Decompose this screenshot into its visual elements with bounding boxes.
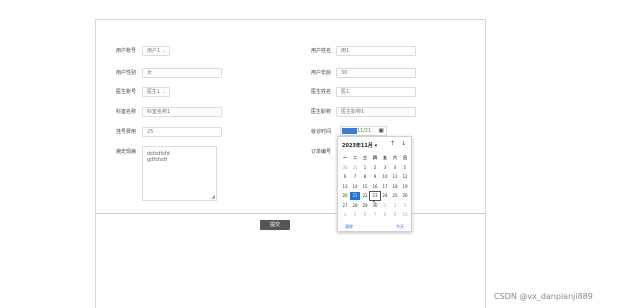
- calendar-day[interactable]: 26: [400, 192, 410, 200]
- calendar-day[interactable]: 7: [370, 211, 380, 219]
- calendar-day[interactable]: 5: [400, 164, 410, 172]
- calendar-day[interactable]: 11: [390, 173, 400, 181]
- user-name-input[interactable]: 用1: [336, 46, 416, 56]
- calendar-day[interactable]: 25: [390, 192, 400, 200]
- calendar-day[interactable]: 3: [380, 164, 390, 172]
- doctor-account-select[interactable]: 医生1 ⌄: [142, 87, 170, 97]
- weekday-header: 三: [363, 155, 367, 160]
- weekday-header: 六: [393, 155, 397, 160]
- visit-time-value: 11/21: [356, 128, 372, 134]
- calendar-day[interactable]: 12: [400, 173, 410, 181]
- user-gender-input[interactable]: 女: [142, 68, 222, 78]
- calendar-day[interactable]: 7: [350, 173, 360, 181]
- calendar-day[interactable]: 2: [370, 164, 380, 172]
- label-user-account: 用户账号: [116, 48, 137, 54]
- fee-input[interactable]: 25: [142, 127, 222, 137]
- label-doctor-title: 医生职称: [311, 109, 332, 115]
- calendar-day[interactable]: 31: [350, 164, 360, 172]
- label-user-name: 用户姓名: [311, 48, 332, 54]
- calendar-day[interactable]: 5: [350, 211, 360, 219]
- chevron-down-icon: ⌄: [161, 48, 166, 54]
- weekday-header: 日: [403, 155, 407, 160]
- calendar-day[interactable]: 3: [400, 202, 410, 210]
- doctor-title-input[interactable]: 医生职称1: [336, 107, 416, 117]
- doctor-account-value: 医生1: [147, 89, 161, 95]
- label-doctor-name: 医生姓名: [311, 89, 332, 95]
- arrow-down-icon[interactable]: ↓: [401, 140, 406, 147]
- weekday-header: 一: [343, 155, 347, 160]
- calendar-day[interactable]: 9: [390, 211, 400, 219]
- label-doctor-account: 医生账号: [116, 89, 137, 95]
- calendar-day[interactable]: 27: [340, 202, 350, 210]
- calendar-day[interactable]: 22: [360, 192, 370, 200]
- label-user-age: 用户年龄: [311, 70, 332, 76]
- user-account-value: 用户1: [147, 48, 161, 54]
- calendar-day[interactable]: 8: [380, 211, 390, 219]
- calendar-day[interactable]: 1: [360, 164, 370, 172]
- resize-grip-icon[interactable]: ◢: [211, 194, 215, 200]
- mouse-cursor-icon: ↖: [372, 199, 378, 206]
- label-history: 病史现病: [116, 149, 137, 155]
- department-input[interactable]: 科室名称1: [142, 107, 222, 117]
- calendar-day[interactable]: 9: [370, 173, 380, 181]
- weekday-header: 二: [353, 155, 357, 160]
- calendar-day[interactable]: 6: [340, 173, 350, 181]
- user-account-select[interactable]: 用户1 ⌄: [142, 46, 170, 56]
- clear-button[interactable]: 清除: [345, 224, 353, 230]
- calendar-day[interactable]: 15: [360, 183, 370, 191]
- label-department: 科室名称: [116, 109, 137, 115]
- calendar-day[interactable]: 1: [380, 202, 390, 210]
- arrow-up-icon[interactable]: ↑: [390, 140, 395, 147]
- calendar-day[interactable]: 24: [380, 192, 390, 200]
- date-picker-popup: 2023年11月 ▾ ↑ ↓ 一二三四五六日 30 31 1 2 3 4 5 6 7 8 9 10 11 1…: [337, 136, 412, 232]
- calendar-day[interactable]: 30: [340, 164, 350, 172]
- history-textarea[interactable]: dsfsdfsfd gdfsfsdf ◢: [142, 146, 217, 201]
- doctor-name-input[interactable]: 医1: [336, 87, 416, 97]
- form-divider: [95, 213, 486, 214]
- calendar-day[interactable]: 13: [340, 183, 350, 191]
- label-fee: 挂号费用: [116, 129, 137, 135]
- calendar-day[interactable]: 10: [380, 173, 390, 181]
- calendar-day[interactable]: 8: [360, 173, 370, 181]
- calendar-day[interactable]: 20: [340, 192, 350, 200]
- history-text: dsfsdfsfd gdfsfsdf: [147, 151, 170, 163]
- calendar-day[interactable]: 19: [400, 183, 410, 191]
- chevron-down-icon: ⌄: [161, 89, 166, 95]
- calendar-day[interactable]: 10: [400, 211, 410, 219]
- calendar-day[interactable]: 29: [360, 202, 370, 210]
- calendar-day[interactable]: 2: [390, 202, 400, 210]
- weekday-header: 四: [373, 155, 377, 160]
- calendar-day[interactable]: 4: [390, 164, 400, 172]
- calendar-icon[interactable]: ▣: [378, 127, 384, 135]
- date-text-selection: 2023: [342, 128, 357, 134]
- calendar-day[interactable]: 17: [380, 183, 390, 191]
- calendar-day[interactable]: 18: [390, 183, 400, 191]
- calendar-day[interactable]: 4: [340, 211, 350, 219]
- calendar-day[interactable]: 14: [350, 183, 360, 191]
- watermark: CSDN @vx_danpianji889: [494, 292, 593, 301]
- today-button[interactable]: 今天: [396, 224, 404, 230]
- calendar-day[interactable]: 6: [360, 211, 370, 219]
- submit-button[interactable]: 提交: [260, 220, 290, 230]
- label-user-gender: 用户性别: [116, 70, 137, 76]
- visit-time-input[interactable]: 202311/21 ▣: [340, 126, 387, 136]
- label-visit-time: 就诊时间: [311, 129, 332, 135]
- month-year-dropdown[interactable]: 2023年11月 ▾: [342, 142, 377, 149]
- user-age-input[interactable]: 30: [336, 68, 416, 78]
- label-order-number: 订单编号: [311, 149, 332, 155]
- weekday-header: 五: [383, 155, 387, 160]
- calendar-day[interactable]: 28: [350, 202, 360, 210]
- calendar-day[interactable]: 16: [370, 183, 380, 191]
- calendar-day[interactable]: 21: [350, 192, 360, 200]
